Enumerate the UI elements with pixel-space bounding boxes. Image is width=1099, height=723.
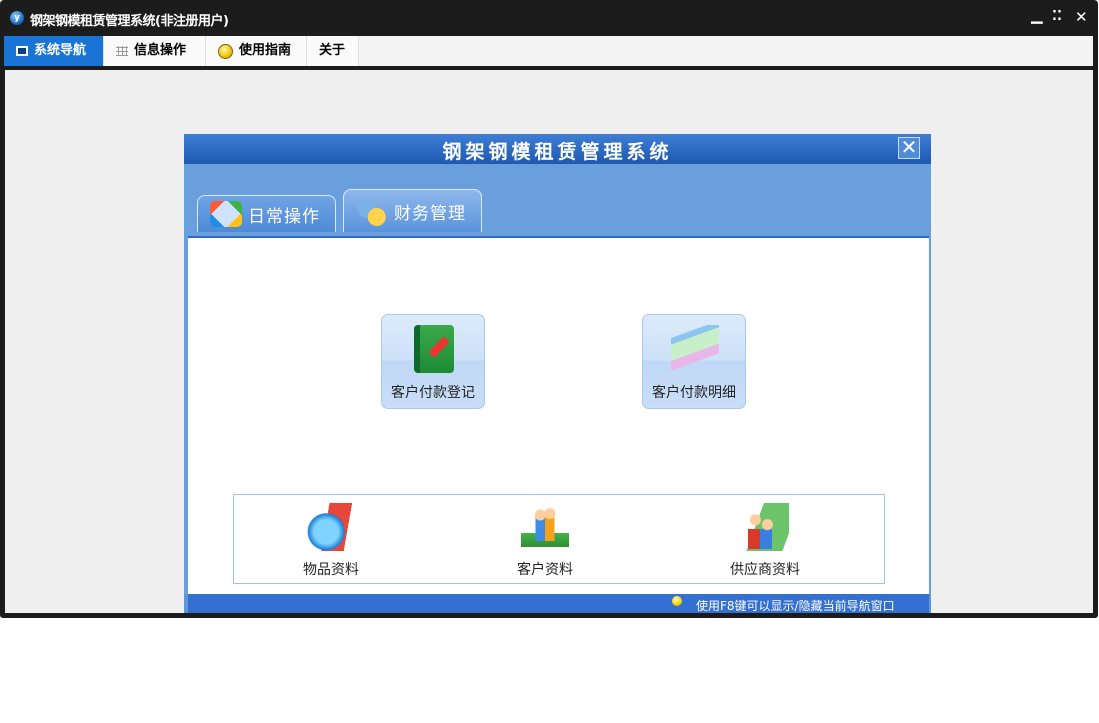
item-data-link[interactable]: 物品资料 <box>271 503 391 579</box>
dialog-title-bar[interactable]: 钢架钢模租赁管理系统 ✕ <box>184 134 931 164</box>
notebook-pencil-icon <box>414 325 454 373</box>
menu-tab-bar: 系统导航 信息操作 使用指南 关于 <box>4 36 1093 66</box>
dialog-tab-label: 日常操作 <box>248 206 320 227</box>
people-folder-icon <box>741 503 789 551</box>
tab-info-operation[interactable]: 信息操作 <box>104 36 206 66</box>
customer-data-link[interactable]: 客户资料 <box>485 503 605 579</box>
quick-link-label: 物品资料 <box>303 562 359 578</box>
papers-icon <box>671 325 719 373</box>
grid-icon <box>116 46 128 56</box>
bulb-icon <box>218 43 233 59</box>
dialog-close-button[interactable]: ✕ <box>898 137 920 159</box>
status-hint: 使用F8键可以显示/隐藏当前导航窗口 <box>696 599 895 613</box>
tab-label: 信息操作 <box>134 43 187 58</box>
tab-label: 系统导航 <box>34 43 87 58</box>
tab-label: 使用指南 <box>239 43 292 58</box>
tab-label: 关于 <box>319 43 346 58</box>
people-book-icon <box>521 503 569 551</box>
button-label: 客户付款登记 <box>391 385 475 401</box>
supplier-data-link[interactable]: 供应商资料 <box>705 503 825 579</box>
globe-folder-icon <box>307 503 355 551</box>
dialog-status-bar: 使用F8键可以显示/隐藏当前导航窗口 <box>188 594 929 613</box>
tab-system-navigation[interactable]: 系统导航 <box>4 36 104 66</box>
bulb-icon <box>672 596 682 606</box>
customer-payment-detail-button[interactable]: 客户付款明细 <box>642 314 746 409</box>
window-title: 钢架钢模租赁管理系统(非注册用户) <box>30 14 229 29</box>
app-logo-icon: y <box>10 11 24 25</box>
tab-finance-management[interactable]: 财务管理 <box>343 189 482 232</box>
button-label: 客户付款明细 <box>652 385 736 401</box>
dialog-tab-label: 财务管理 <box>394 203 466 224</box>
customer-payment-register-button[interactable]: 客户付款登记 <box>381 314 485 409</box>
money-icon <box>356 196 388 226</box>
windows-icon <box>210 201 242 227</box>
quick-link-label: 客户资料 <box>517 562 573 578</box>
tab-about[interactable]: 关于 <box>307 36 359 66</box>
minimize-button[interactable]: ▁ <box>1031 6 1043 24</box>
finance-panel: 客户付款登记 客户付款明细 物品资料 客户资料 供应商资料 <box>188 236 929 594</box>
close-window-button[interactable]: ✕ <box>1075 8 1088 26</box>
monitor-icon <box>16 46 28 56</box>
tab-user-guide[interactable]: 使用指南 <box>206 36 307 66</box>
quick-link-label: 供应商资料 <box>730 562 800 578</box>
title-bar[interactable]: y 钢架钢模租赁管理系统(非注册用户) ▁ ⁚⁚ ✕ <box>0 0 1098 36</box>
tab-daily-operations[interactable]: 日常操作 <box>197 195 336 232</box>
quick-links-box: 物品资料 客户资料 供应商资料 <box>233 494 885 584</box>
dialog-title: 钢架钢模租赁管理系统 <box>442 141 673 163</box>
navigation-dialog: 钢架钢模租赁管理系统 ✕ 日常操作 财务管理 客户付款登记 客户付款明细 物品资… <box>184 134 931 613</box>
restore-button[interactable]: ⁚⁚ <box>1052 8 1062 26</box>
